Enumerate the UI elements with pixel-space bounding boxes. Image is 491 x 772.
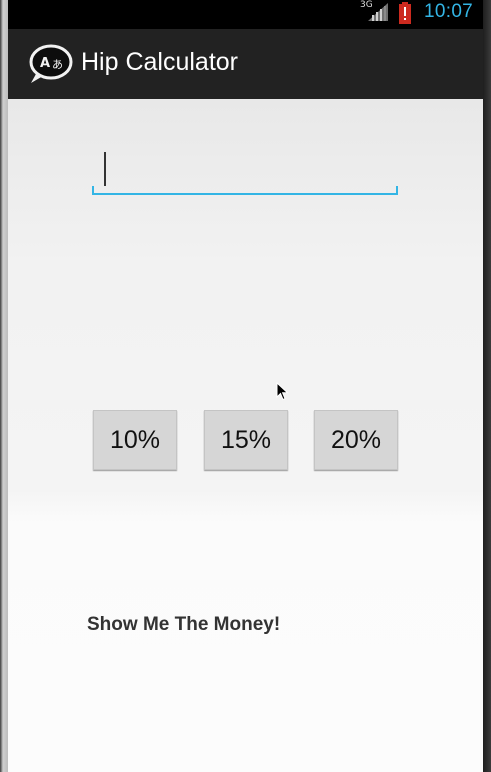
result-text: Show Me The Money! (87, 614, 281, 635)
main-content: 10% 15% 20% Show Me The Money! (8, 99, 483, 772)
text-caret (104, 152, 106, 186)
status-bar: 3G 10:07 (8, 0, 483, 29)
tip-20-button[interactable]: 20% (314, 410, 398, 470)
input-underline (92, 193, 398, 195)
window-left-edge (0, 0, 8, 772)
battery-alert-icon (399, 2, 411, 24)
svg-text:A: A (40, 56, 50, 71)
svg-text:あ: あ (52, 58, 63, 71)
signal-icon (368, 3, 388, 21)
tip-10-button[interactable]: 10% (93, 410, 177, 470)
bill-amount-field[interactable] (94, 147, 418, 191)
chat-translate-icon[interactable]: A あ (28, 43, 74, 85)
amount-input[interactable] (92, 147, 418, 195)
action-bar: A あ Hip Calculator (8, 29, 483, 99)
window-right-edge (483, 0, 491, 772)
tip-15-button[interactable]: 15% (204, 410, 288, 470)
clock: 10:07 (424, 1, 474, 22)
input-edge-right (396, 186, 398, 194)
app-title: Hip Calculator (81, 48, 239, 76)
mouse-pointer-icon (276, 382, 289, 401)
